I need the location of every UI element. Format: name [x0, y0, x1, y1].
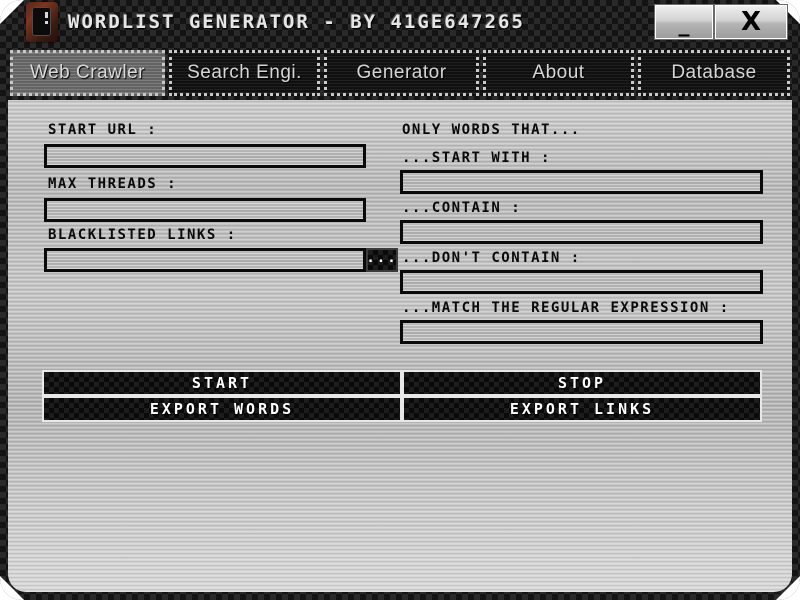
app-logo-icon [26, 2, 58, 42]
blacklisted-links-input[interactable] [44, 248, 366, 272]
regex-label: ...MATCH THE REGULAR EXPRESSION : [402, 300, 730, 316]
export-links-button[interactable]: EXPORT LINKS [402, 396, 762, 422]
export-words-button[interactable]: EXPORT WORDS [42, 396, 402, 422]
tab-about[interactable]: About [483, 50, 634, 96]
regex-input[interactable] [400, 320, 763, 344]
close-icon: X [740, 7, 762, 37]
app-icon-detail-lower [45, 21, 48, 24]
title-bar[interactable]: WORDLIST GENERATOR - BY 41GE647265 _ X [0, 0, 800, 44]
export-links-button-label: EXPORT LINKS [509, 400, 655, 418]
dont-contain-label: ...DON'T CONTAIN : [402, 250, 581, 266]
blacklisted-links-browse-button[interactable]: ... [366, 248, 398, 272]
minimize-button[interactable]: _ [654, 4, 714, 40]
ellipsis-icon: ... [366, 249, 398, 266]
only-words-heading: ONLY WORDS THAT... [402, 122, 581, 138]
tab-label: About [532, 62, 585, 83]
application-window: WORDLIST GENERATOR - BY 41GE647265 _ X W… [0, 0, 800, 600]
max-threads-input[interactable] [44, 198, 366, 222]
web-crawler-panel: START URL : MAX THREADS : BLACKLISTED LI… [8, 100, 792, 592]
starts-with-label: ...START WITH : [402, 150, 551, 166]
minimize-icon: _ [678, 12, 690, 37]
stop-button[interactable]: STOP [402, 370, 762, 396]
contain-label: ...CONTAIN : [402, 200, 522, 216]
tab-database[interactable]: Database [638, 50, 790, 96]
tab-label: Search Engi. [187, 62, 302, 83]
start-button-label: START [191, 374, 253, 392]
tab-web-crawler[interactable]: Web Crawler [10, 50, 165, 96]
window-title: WORDLIST GENERATOR - BY 41GE647265 [68, 11, 525, 33]
export-words-button-label: EXPORT WORDS [149, 400, 295, 418]
tab-generator[interactable]: Generator [324, 50, 479, 96]
tab-search-engines[interactable]: Search Engi. [169, 50, 320, 96]
tab-strip: Web Crawler Search Engi. Generator About… [0, 48, 800, 98]
tab-label: Database [671, 62, 757, 83]
start-button[interactable]: START [42, 370, 402, 396]
contain-input[interactable] [400, 220, 763, 244]
close-button[interactable]: X [714, 4, 788, 40]
stop-button-label: STOP [557, 374, 607, 392]
tab-label: Web Crawler [30, 62, 145, 83]
start-url-label: START URL : [48, 122, 158, 138]
tab-label: Generator [356, 62, 447, 83]
dont-contain-input[interactable] [400, 270, 763, 294]
max-threads-label: MAX THREADS : [48, 176, 178, 192]
start-url-input[interactable] [44, 144, 366, 168]
blacklisted-links-label: BLACKLISTED LINKS : [48, 227, 237, 243]
starts-with-input[interactable] [400, 170, 763, 194]
app-icon-detail-upper [45, 12, 48, 18]
